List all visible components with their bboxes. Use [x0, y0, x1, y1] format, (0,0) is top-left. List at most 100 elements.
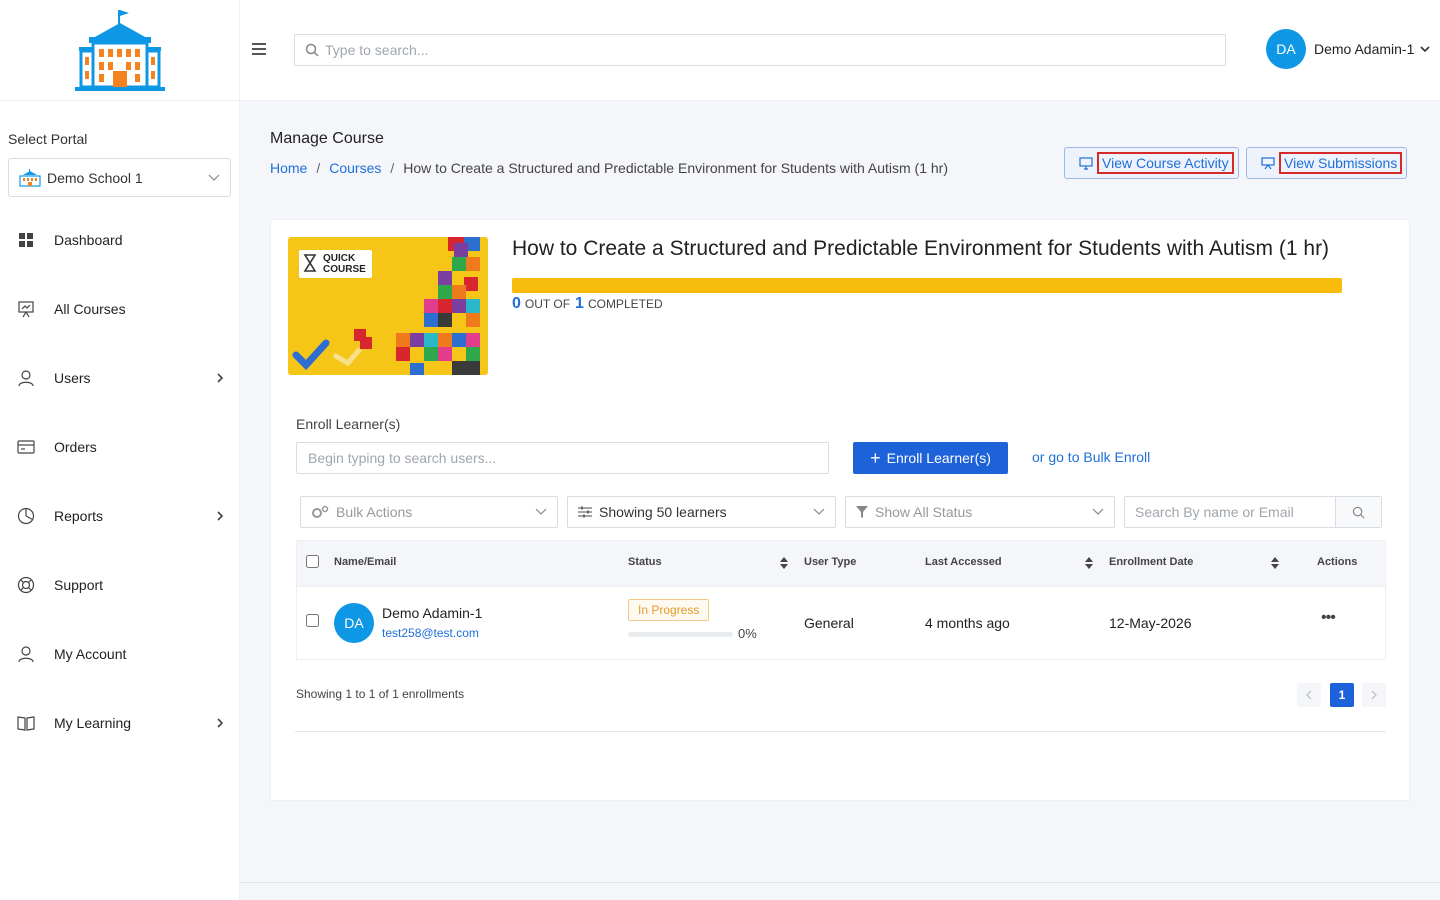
total-count: 1 — [575, 295, 584, 312]
sidebar-item-all-courses[interactable]: All Courses — [0, 289, 240, 329]
sidebar-item-label: Dashboard — [54, 232, 123, 248]
header-user-type: User Type — [804, 556, 857, 568]
sidebar-item-my-learning[interactable]: My Learning — [0, 703, 240, 743]
sidebar: Select Portal Demo School 1 Dashboard Al… — [0, 0, 240, 900]
more-actions-icon[interactable]: ••• — [1321, 609, 1336, 627]
footer-divider — [240, 882, 1440, 883]
dashboard-icon — [16, 230, 36, 250]
enroll-label: Enroll Learner(s) — [296, 416, 401, 432]
select-all-checkbox[interactable] — [306, 555, 319, 568]
completion-summary: 0 OUT OF 1 COMPLETED — [512, 295, 668, 313]
user-icon — [16, 368, 36, 388]
pagination-page-button[interactable]: 1 — [1330, 683, 1354, 707]
enroll-learners-button[interactable]: + Enroll Learner(s) — [853, 442, 1008, 474]
header-enrollment-date[interactable]: Enrollment Date — [1109, 556, 1193, 568]
course-thumbnail: QUICK COURSE — [288, 237, 488, 375]
header-name-email: Name/Email — [334, 556, 397, 568]
avatar: DA — [1266, 29, 1306, 69]
view-course-activity-label: View Course Activity — [1097, 152, 1234, 174]
chevron-down-icon — [535, 508, 547, 515]
sidebar-item-users[interactable]: Users — [0, 358, 240, 398]
header-actions: Actions — [1317, 556, 1358, 568]
global-search-input[interactable] — [325, 42, 1225, 58]
divider — [295, 731, 1386, 732]
breadcrumb-separator: / — [390, 160, 395, 176]
sidebar-item-label: My Learning — [54, 715, 132, 731]
gears-icon — [312, 505, 329, 518]
row-checkbox[interactable] — [306, 614, 319, 627]
learner-search-button[interactable] — [1335, 497, 1381, 527]
school-icon — [19, 168, 41, 187]
status-filter-value: Show All Status — [875, 504, 973, 520]
course-progress-fill — [512, 278, 1342, 293]
view-course-activity-button[interactable]: View Course Activity — [1064, 147, 1239, 179]
sidebar-item-dashboard[interactable]: Dashboard — [0, 220, 240, 260]
view-submissions-button[interactable]: View Submissions — [1246, 147, 1408, 179]
page-title: Manage Course — [270, 130, 384, 147]
breadcrumb: Home / Courses / How to Create a Structu… — [270, 160, 948, 176]
chevron-left-icon — [1306, 690, 1312, 700]
learner-search — [1124, 496, 1382, 528]
badge-line-2: COURSE — [323, 264, 366, 275]
table-header: Name/Email Status User Type Last Accesse… — [297, 541, 1385, 586]
sort-icon[interactable] — [1085, 557, 1093, 569]
pagination-next-button[interactable] — [1362, 683, 1386, 707]
pagination-prev-button[interactable] — [1297, 683, 1321, 707]
view-submissions-label: View Submissions — [1279, 152, 1403, 174]
enroll-search-input[interactable] — [296, 442, 829, 474]
badge-line-1: QUICK — [323, 253, 356, 264]
sidebar-item-label: Support — [54, 577, 104, 593]
completed-count: 0 — [512, 295, 521, 312]
table-row: DA Demo Adamin-1 test258@test.com In Pro… — [297, 586, 1385, 659]
pagination-summary: Showing 1 to 1 of 1 enrollments — [296, 687, 465, 701]
completed-label: COMPLETED — [587, 297, 663, 311]
sidebar-item-label: Reports — [54, 508, 104, 524]
portal-select[interactable]: Demo School 1 — [8, 158, 231, 197]
plus-icon: + — [870, 448, 881, 468]
course-progress-bar — [512, 278, 1342, 293]
chevron-right-icon — [217, 511, 224, 521]
header-status[interactable]: Status — [628, 556, 662, 568]
sidebar-item-label: Orders — [54, 439, 97, 455]
learner-enrollment-date: 12-May-2026 — [1109, 615, 1192, 631]
sidebar-item-support[interactable]: Support — [0, 565, 240, 605]
open-book-icon — [16, 713, 36, 733]
sliders-icon — [578, 506, 592, 518]
credit-card-icon — [16, 437, 36, 457]
course-title: How to Create a Structured and Predictab… — [512, 237, 1330, 260]
course-card: QUICK COURSE How to Create a Structured … — [270, 219, 1410, 801]
learner-email[interactable]: test258@test.com — [382, 626, 479, 640]
sort-icon[interactable] — [1271, 557, 1279, 569]
school-building-icon — [74, 10, 165, 91]
sidebar-item-my-account[interactable]: My Account — [0, 634, 240, 674]
chevron-right-icon — [217, 373, 224, 383]
sidebar-item-reports[interactable]: Reports — [0, 496, 240, 536]
out-of-label: OUT OF — [524, 297, 571, 311]
chevron-down-icon — [1420, 46, 1430, 52]
hamburger-menu-icon[interactable] — [251, 41, 267, 57]
chevron-right-icon — [1371, 690, 1377, 700]
breadcrumb-home[interactable]: Home — [270, 160, 307, 176]
learner-progress-text: 0% — [738, 626, 757, 641]
chevron-down-icon — [1092, 508, 1104, 515]
quick-course-badge: QUICK COURSE — [323, 253, 366, 275]
search-icon — [305, 43, 319, 57]
learner-last-accessed: 4 months ago — [925, 615, 1010, 631]
page-size-select[interactable]: Showing 50 learners — [567, 496, 836, 528]
breadcrumb-current: How to Create a Structured and Predictab… — [403, 160, 948, 176]
topbar: DA Demo Adamin-1 — [240, 0, 1440, 101]
global-search[interactable] — [294, 34, 1226, 66]
learner-user-type: General — [804, 615, 854, 631]
select-portal-label: Select Portal — [8, 131, 88, 147]
logo[interactable] — [0, 0, 239, 101]
learner-search-input[interactable] — [1125, 497, 1335, 527]
chevron-down-icon — [813, 508, 825, 515]
breadcrumb-courses[interactable]: Courses — [329, 160, 381, 176]
sort-icon[interactable] — [780, 557, 788, 569]
sidebar-item-orders[interactable]: Orders — [0, 427, 240, 467]
bulk-enroll-link[interactable]: or go to Bulk Enroll — [1032, 449, 1150, 465]
user-menu[interactable]: DA Demo Adamin-1 — [1266, 29, 1430, 69]
bulk-actions-select[interactable]: Bulk Actions — [300, 496, 558, 528]
status-filter-select[interactable]: Show All Status — [845, 496, 1115, 528]
header-last-accessed[interactable]: Last Accessed — [925, 556, 1002, 568]
